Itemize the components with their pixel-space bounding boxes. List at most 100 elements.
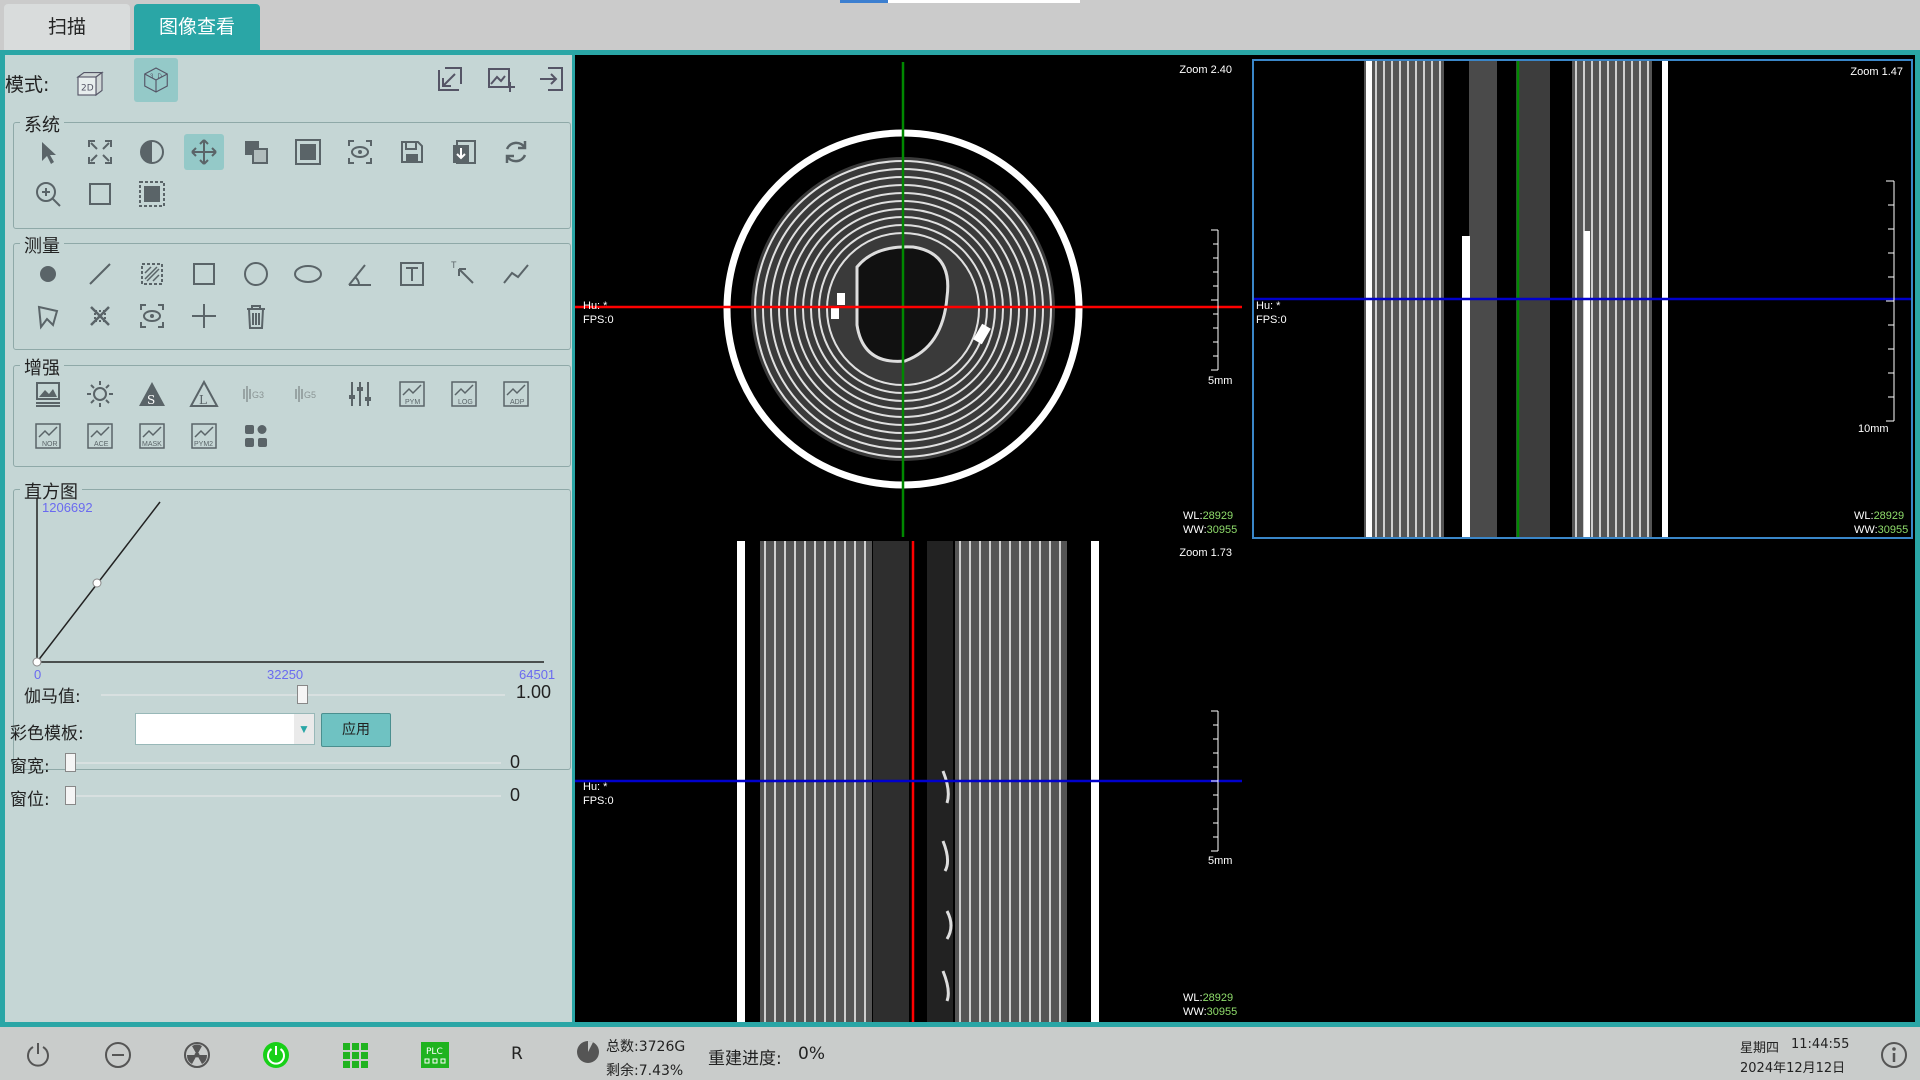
gamma-label: 伽马值: (24, 687, 81, 707)
image-adjust-icon[interactable] (28, 376, 68, 412)
filter-g5-icon[interactable]: G5 (288, 376, 328, 412)
save-icon[interactable] (392, 134, 432, 170)
svg-text:MASK: MASK (142, 441, 162, 448)
sagittal-ww-value: 30955 (1206, 1006, 1238, 1018)
coronal-zoom: Zoom 1.47 (1850, 66, 1903, 78)
point-icon[interactable] (28, 256, 68, 292)
histogram-curve[interactable] (14, 490, 570, 690)
gamma-slider-thumb[interactable] (297, 685, 308, 704)
svg-text:ADP: ADP (510, 399, 525, 406)
sharpen-s-icon[interactable]: S (132, 376, 172, 412)
plc-icon[interactable]: PLC (417, 1037, 453, 1073)
zoom-in-icon[interactable] (28, 176, 68, 212)
pan-icon[interactable] (184, 134, 224, 170)
window-width-slider[interactable] (69, 762, 501, 764)
filter-g3-icon[interactable]: G3 (236, 376, 276, 412)
area-icon[interactable] (132, 256, 172, 292)
frame-select-icon[interactable] (288, 134, 328, 170)
refresh-icon[interactable] (496, 134, 536, 170)
sagittal-hu: Hu: * (583, 781, 608, 793)
circle-icon[interactable] (236, 256, 276, 292)
exit-icon[interactable] (531, 61, 571, 97)
window-width-slider-thumb[interactable] (65, 753, 76, 772)
sagittal-fps: FPS:0 (583, 795, 614, 807)
adp-icon[interactable]: ADP (496, 376, 536, 412)
sagittal-ww: WW:30955 (1183, 1006, 1237, 1018)
window-level-slider[interactable] (69, 795, 501, 797)
window-width-label: 窗宽: (10, 757, 50, 777)
svg-text:PYM: PYM (405, 399, 420, 406)
inspect-eye-icon[interactable] (132, 298, 172, 334)
r-indicator: R (511, 1044, 523, 1064)
info-icon[interactable] (1876, 1037, 1912, 1073)
mode-2d-button[interactable]: 2D (68, 61, 112, 105)
minimize-icon[interactable] (100, 1037, 136, 1073)
clear-measure-icon[interactable] (80, 298, 120, 334)
coronal-ww-label: WW: (1854, 524, 1878, 536)
pointer-icon[interactable] (28, 134, 68, 170)
line-icon[interactable] (80, 256, 120, 292)
apps-grid-icon[interactable] (236, 418, 276, 454)
nor-icon[interactable]: NOR (28, 418, 68, 454)
ellipse-icon[interactable] (288, 256, 328, 292)
coronal-wl: WL:28929 (1854, 510, 1904, 522)
chevron-down-icon[interactable]: ▼ (294, 714, 314, 744)
coronal-wl-label: WL: (1854, 510, 1874, 522)
polyline-icon[interactable] (496, 256, 536, 292)
volume-view[interactable] (1252, 541, 1913, 1022)
log-icon[interactable]: LOG (444, 376, 484, 412)
axial-fps: FPS:0 (583, 314, 614, 326)
3d-cube-icon: 3D (144, 67, 168, 93)
sliders-icon[interactable] (340, 376, 380, 412)
color-template-select[interactable]: ▼ (135, 713, 315, 745)
arrow-annotation-icon[interactable]: T (444, 256, 484, 292)
brightness-icon[interactable] (80, 376, 120, 412)
axial-ww-value: 30955 (1206, 524, 1238, 536)
pym2-icon[interactable]: PYM2 (184, 418, 224, 454)
ace-icon[interactable]: ACE (80, 418, 120, 454)
add-image-icon[interactable] (481, 61, 521, 97)
rectangle-select-icon[interactable] (80, 176, 120, 212)
crop-icon[interactable] (132, 176, 172, 212)
disk-total: 总数:3726G (606, 1039, 686, 1055)
axial-view[interactable]: Zoom 2.40 Hu: * FPS:0 5mm WL:28929 WW:30… (575, 57, 1242, 537)
clock-time: 11:44:55 (1791, 1037, 1850, 1052)
radiation-icon[interactable] (179, 1037, 215, 1073)
apply-button[interactable]: 应用 (321, 713, 391, 747)
sagittal-view[interactable]: Zoom 1.73 Hu: * FPS:0 5mm WL:28929 WW:30… (575, 541, 1242, 1022)
power-on-indicator-icon[interactable] (258, 1037, 294, 1073)
text-icon[interactable] (392, 256, 432, 292)
fit-screen-icon[interactable] (80, 134, 120, 170)
color-template-label: 彩色模板: (10, 724, 84, 744)
overlay-icon[interactable] (236, 134, 276, 170)
sagittal-wl-label: WL: (1183, 992, 1203, 1004)
export-icon[interactable] (444, 134, 484, 170)
polygon-icon[interactable] (28, 298, 68, 334)
view-eye-icon[interactable] (340, 134, 380, 170)
angle-icon[interactable] (340, 256, 380, 292)
status-bar: PLC R 总数:3726G 剩余:7.43% 重建进度: 0% 星期四 11:… (0, 1027, 1920, 1080)
window-level-slider-thumb[interactable] (65, 786, 76, 805)
pym-icon[interactable]: PYM (392, 376, 432, 412)
mode-3d-button[interactable]: 3D (134, 58, 178, 102)
histogram-axis-max: 64501 (519, 667, 556, 682)
power-icon[interactable] (20, 1037, 56, 1073)
trash-icon[interactable] (236, 298, 276, 334)
measure-group: 测量 T (13, 232, 571, 350)
mask-icon[interactable]: MASK (132, 418, 172, 454)
measure-group-title: 测量 (20, 232, 64, 258)
weekday: 星期四 (1740, 1041, 1780, 1056)
import-icon[interactable] (430, 61, 470, 97)
crosshair-icon[interactable] (184, 298, 224, 334)
tab-image-view[interactable]: 图像查看 (134, 4, 260, 50)
gamma-value: 1.00 (516, 682, 552, 702)
coronal-view[interactable]: Zoom 1.47 Hu: * FPS:0 10mm WL:28929 WW:3… (1252, 59, 1913, 539)
rectangle-icon[interactable] (184, 256, 224, 292)
enhance-l-icon[interactable]: L (184, 376, 224, 412)
axial-wl: WL:28929 (1183, 510, 1233, 522)
tab-scan[interactable]: 扫描 (4, 4, 130, 50)
grid-icon[interactable] (337, 1037, 373, 1073)
axial-ww: WW:30955 (1183, 524, 1237, 536)
contrast-icon[interactable] (132, 134, 172, 170)
disk-usage-pie-icon (575, 1039, 601, 1065)
